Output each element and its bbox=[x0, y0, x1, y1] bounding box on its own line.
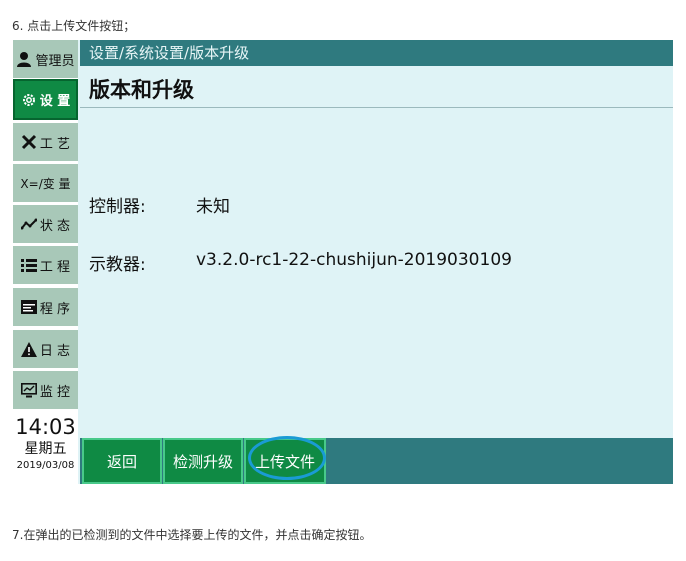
sidebar-item-program[interactable]: 程 序 bbox=[13, 288, 78, 326]
sidebar-item-log[interactable]: 日 志 bbox=[13, 330, 78, 368]
clock: 14:03 星期五 2019/03/08 bbox=[13, 413, 78, 484]
sidebar-item-label: 管理员 bbox=[35, 53, 75, 69]
clock-time: 14:03 bbox=[15, 415, 76, 439]
title-divider bbox=[80, 107, 673, 108]
clock-weekday: 星期五 bbox=[24, 441, 67, 457]
monitor-icon bbox=[20, 382, 37, 398]
step-7-text: 7.在弹出的已检测到的文件中选择要上传的文件，并点击确定按钮。 bbox=[12, 528, 372, 542]
pendant-label: 示教器: bbox=[89, 255, 146, 275]
controller-version: 未知 bbox=[196, 197, 230, 217]
main-panel: 设置/系统设置/版本升级 版本和升级 控制器: 未知 示教器: v3.2.0-r… bbox=[80, 40, 673, 484]
sidebar-item-label: 状 态 bbox=[39, 218, 71, 234]
hmi-screen: 管理员 设 置 工 艺 X=/变 量 状 态 工 程 程 序 日 志 监 控 1… bbox=[13, 40, 673, 484]
sidebar-item-label: 设 置 bbox=[39, 94, 71, 109]
back-button[interactable]: 返回 bbox=[82, 438, 162, 484]
clock-date: 2019/03/08 bbox=[16, 460, 75, 471]
sidebar-item-label: 监 控 bbox=[39, 384, 71, 400]
sidebar-item-label: X=/变 量 bbox=[20, 176, 71, 191]
highlight-circle bbox=[248, 436, 326, 480]
sidebar-item-settings[interactable]: 设 置 bbox=[13, 79, 78, 120]
sidebar-item-label: 工 程 bbox=[39, 259, 71, 275]
sidebar-item-status[interactable]: 状 态 bbox=[13, 205, 78, 243]
sidebar: 管理员 设 置 工 艺 X=/变 量 状 态 工 程 程 序 日 志 监 控 1… bbox=[13, 40, 78, 484]
gear-icon bbox=[21, 92, 37, 108]
tools-icon bbox=[21, 134, 37, 150]
step-6-text: 6. 点击上传文件按钮； bbox=[12, 19, 136, 33]
list-icon bbox=[20, 258, 37, 272]
sidebar-item-process[interactable]: 工 艺 bbox=[13, 123, 78, 161]
sidebar-item-variables[interactable]: X=/变 量 bbox=[13, 164, 78, 202]
sidebar-item-project[interactable]: 工 程 bbox=[13, 246, 78, 284]
check-upgrade-button[interactable]: 检测升级 bbox=[163, 438, 243, 484]
page-title: 版本和升级 bbox=[89, 78, 194, 102]
sidebar-item-admin[interactable]: 管理员 bbox=[13, 40, 78, 78]
breadcrumb: 设置/系统设置/版本升级 bbox=[80, 40, 673, 66]
program-icon bbox=[20, 300, 37, 314]
sidebar-item-label: 工 艺 bbox=[39, 136, 71, 152]
user-icon bbox=[16, 51, 32, 67]
status-icon bbox=[20, 218, 37, 230]
sidebar-item-label: 日 志 bbox=[39, 343, 71, 359]
pendant-version: v3.2.0-rc1-22-chushijun-2019030109 bbox=[196, 250, 512, 270]
action-bar: 返回 检测升级 上传文件 bbox=[80, 438, 673, 484]
sidebar-item-monitor[interactable]: 监 控 bbox=[13, 371, 78, 409]
controller-label: 控制器: bbox=[89, 197, 146, 217]
warning-icon bbox=[20, 341, 37, 357]
sidebar-item-label: 程 序 bbox=[39, 301, 71, 317]
